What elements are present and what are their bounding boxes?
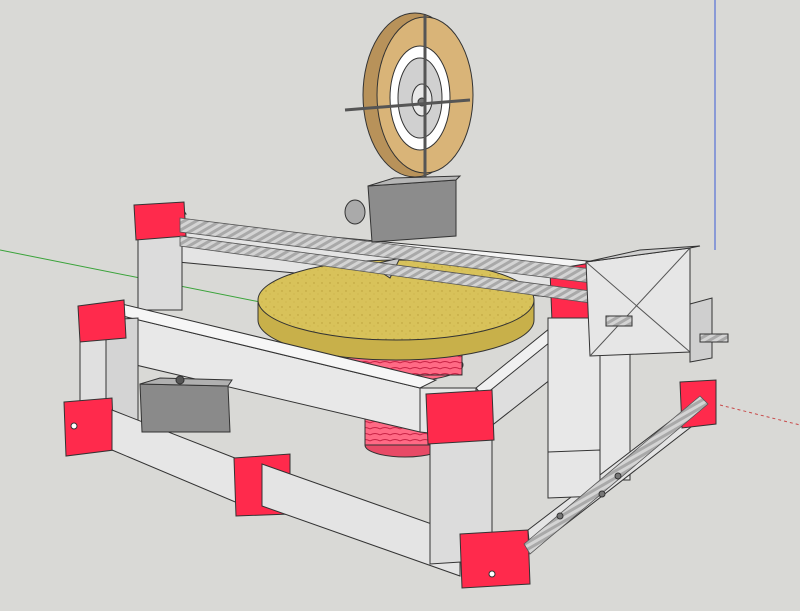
corner-block bbox=[425, 389, 495, 445]
corner-block bbox=[77, 299, 127, 343]
3d-model-scene[interactable] bbox=[0, 0, 800, 611]
sketchup-viewport[interactable] bbox=[0, 0, 800, 611]
red-axis-dashed bbox=[719, 404, 800, 426]
gear bbox=[344, 199, 366, 225]
corner-block bbox=[133, 201, 187, 241]
wheel-assembly[interactable] bbox=[344, 12, 474, 243]
wheel-motor bbox=[367, 179, 457, 243]
corner-block bbox=[459, 529, 531, 589]
motor-small bbox=[689, 297, 713, 363]
motor-left bbox=[139, 383, 231, 433]
